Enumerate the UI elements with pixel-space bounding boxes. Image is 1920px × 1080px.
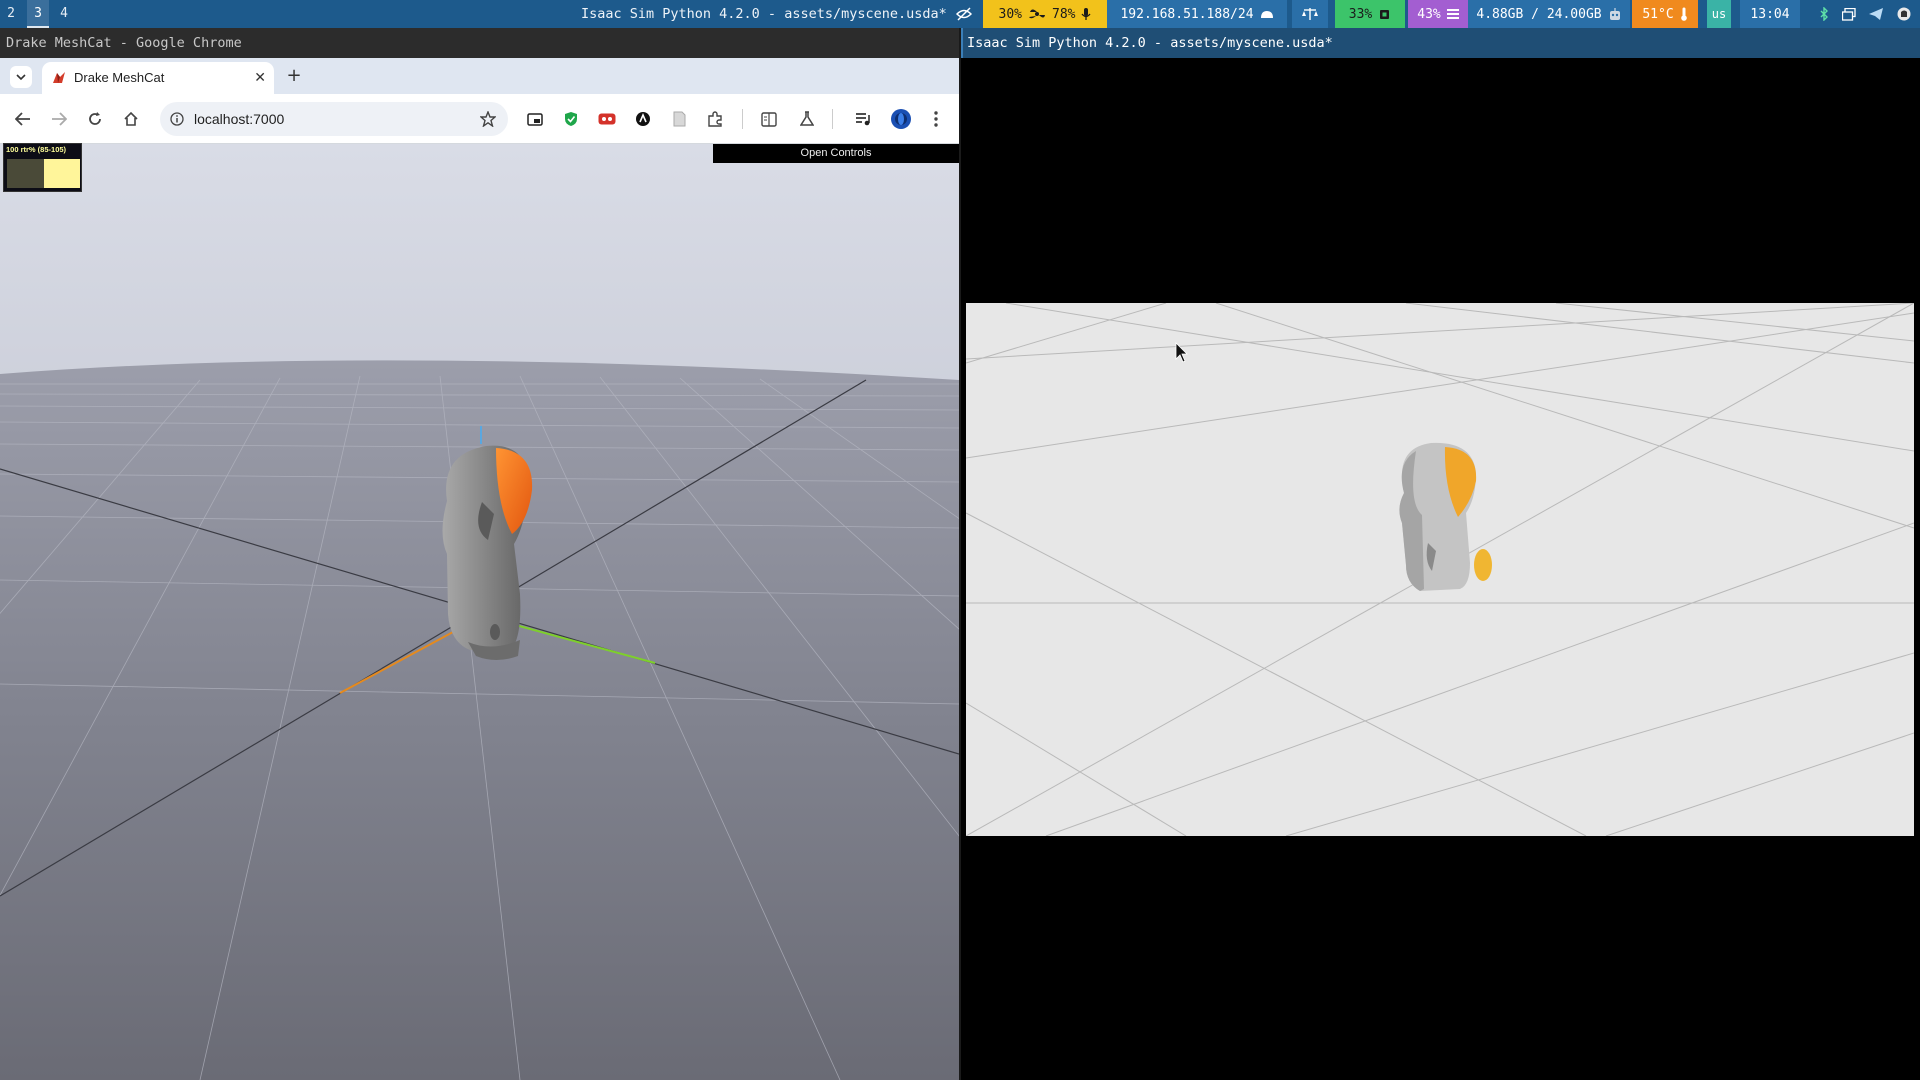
gpu-usage: 33% — [1348, 6, 1373, 22]
stats-label: 100 rtr% (85-105) — [6, 145, 67, 154]
privacy-icon[interactable] — [951, 0, 977, 28]
shield-extension-icon[interactable] — [556, 94, 586, 144]
robot-icon — [1609, 7, 1620, 20]
browser-toolbar: localhost:7000 — [0, 94, 959, 144]
back-icon[interactable] — [8, 94, 38, 144]
open-controls-button[interactable]: Open Controls — [713, 144, 959, 163]
record-extension-icon[interactable] — [592, 94, 622, 144]
stats-history — [7, 159, 44, 188]
toolbar-divider — [832, 109, 833, 129]
thermometer-icon — [1680, 7, 1687, 21]
meshcat-favicon-icon — [53, 72, 65, 83]
temperature: 51°C — [1642, 6, 1674, 22]
reading-list-icon[interactable] — [754, 94, 784, 144]
tab-title: Drake MeshCat — [74, 70, 165, 85]
gpu-segment[interactable]: 33% — [1335, 0, 1405, 28]
bookmark-star-icon[interactable] — [480, 111, 496, 127]
api-extension-icon[interactable] — [628, 94, 658, 144]
workspace-2[interactable]: 2 — [0, 0, 22, 28]
list-icon — [1446, 9, 1459, 19]
fps-stats-panel[interactable]: 100 rtr% (85-105) — [3, 143, 82, 192]
address-bar[interactable]: localhost:7000 — [160, 102, 508, 136]
windows-icon[interactable] — [1838, 0, 1860, 28]
labs-icon[interactable] — [792, 94, 822, 144]
media-control-icon[interactable] — [848, 94, 878, 144]
clock[interactable]: 13:04 — [1740, 0, 1800, 28]
window-divider[interactable] — [959, 28, 961, 1080]
meshcat-viewport[interactable] — [0, 144, 959, 1080]
app-tray-icon[interactable] — [1893, 0, 1915, 28]
memory-percent-segment[interactable]: 43% — [1408, 0, 1468, 28]
url-text[interactable]: localhost:7000 — [194, 102, 284, 136]
bluetooth-icon[interactable] — [1814, 0, 1834, 28]
tab-strip: Drake MeshCat ✕ + — [0, 58, 959, 94]
workspace-3[interactable]: 3 — [27, 0, 49, 28]
volume-level: 78% — [1052, 6, 1076, 22]
extensions-icon[interactable] — [700, 94, 730, 144]
microphone-icon — [1081, 8, 1091, 20]
keyboard-layout[interactable]: us — [1707, 0, 1731, 28]
balance-icon[interactable] — [1292, 0, 1328, 28]
workspace-4[interactable]: 4 — [53, 0, 75, 28]
chip-icon — [1380, 9, 1390, 19]
tab-drake-meshcat[interactable]: Drake MeshCat ✕ — [42, 62, 274, 94]
doc-extension-icon[interactable] — [664, 94, 694, 144]
forward-icon[interactable] — [44, 94, 74, 144]
fan-icon — [1029, 9, 1045, 19]
profile-avatar-icon[interactable] — [886, 94, 916, 144]
isaac-window-title: Isaac Sim Python 4.2.0 - assets/myscene.… — [961, 28, 1920, 58]
toolbar-divider — [742, 109, 743, 129]
memory-usage: 4.88GB / 24.00GB — [1476, 6, 1602, 22]
isaac-viewport[interactable] — [966, 303, 1914, 836]
reload-icon[interactable] — [80, 94, 110, 144]
chrome-window-title: Drake MeshCat - Google Chrome — [0, 28, 959, 58]
picture-in-picture-icon[interactable] — [520, 94, 550, 144]
focused-window-title: Isaac Sim Python 4.2.0 - assets/myscene.… — [581, 6, 947, 22]
ip-address: 192.168.51.188/24 — [1120, 6, 1254, 22]
meshcat-scene — [0, 144, 959, 1080]
tab-search-icon[interactable] — [10, 66, 32, 88]
memory-percent: 43% — [1417, 6, 1441, 22]
cpu-usage: 30% — [998, 6, 1022, 22]
close-icon[interactable]: ✕ — [254, 62, 266, 94]
isaac-scene — [966, 303, 1914, 836]
network-icon — [1260, 11, 1273, 18]
home-icon[interactable] — [116, 94, 146, 144]
site-info-icon[interactable] — [170, 112, 184, 126]
stats-bar — [44, 159, 80, 188]
temperature-segment[interactable]: 51°C — [1632, 0, 1698, 28]
memory-segment[interactable]: 4.88GB / 24.00GB — [1468, 0, 1630, 28]
network-segment[interactable]: 192.168.51.188/24 — [1107, 0, 1287, 28]
system-status-bar: 2 3 4 Isaac Sim Python 4.2.0 - assets/my… — [0, 0, 1920, 28]
new-tab-icon[interactable]: + — [284, 62, 304, 90]
cpu-volume-segment[interactable]: 30% 78% — [983, 0, 1107, 28]
menu-icon[interactable] — [921, 94, 951, 144]
telegram-icon[interactable] — [1865, 0, 1887, 28]
